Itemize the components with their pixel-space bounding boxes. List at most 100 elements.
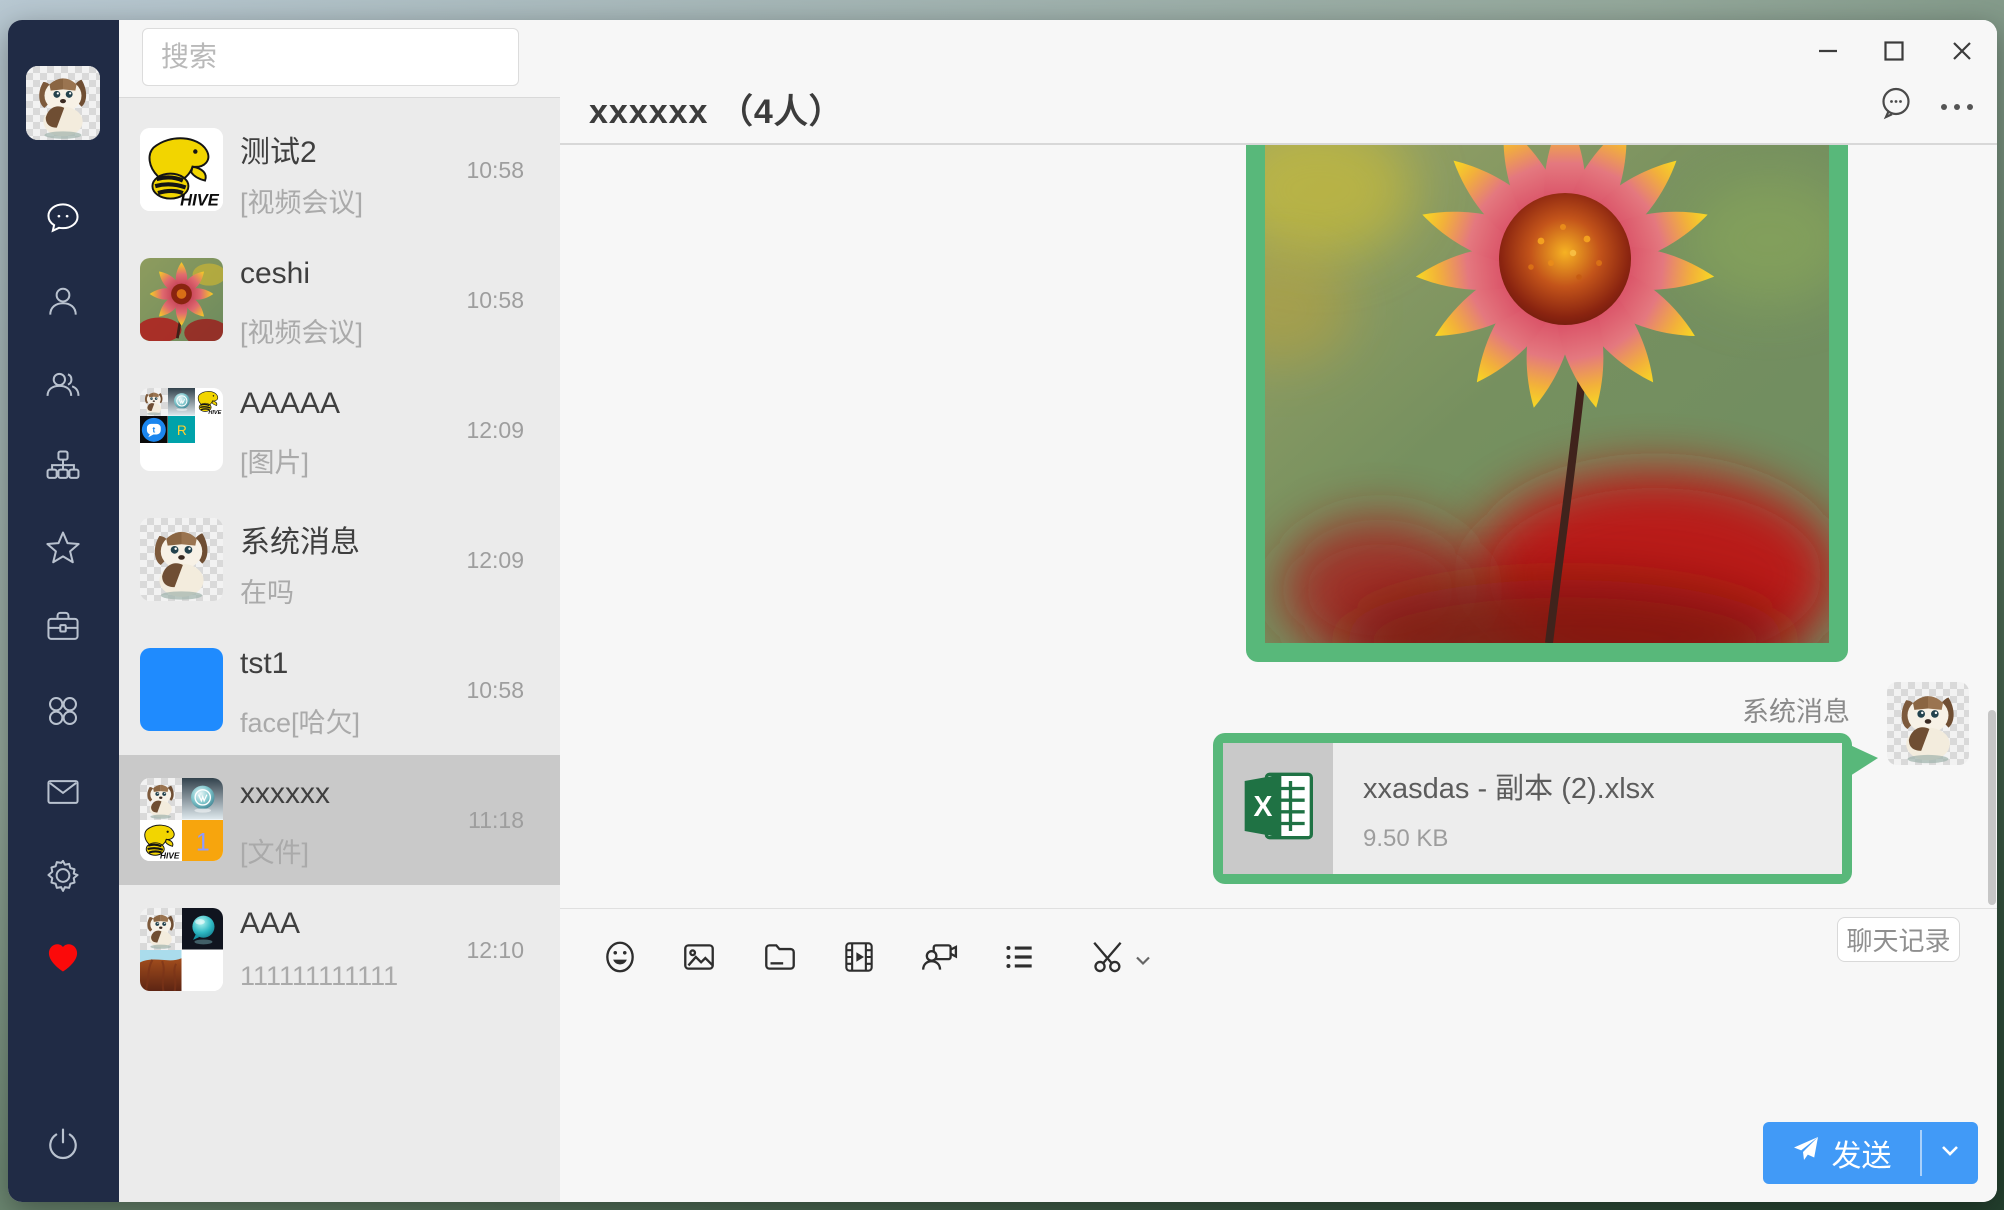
sidebar-item-mail[interactable] (41, 772, 85, 816)
image-icon (680, 938, 718, 981)
screenshot-dropdown[interactable] (1135, 954, 1151, 966)
svg-text:HIVE: HIVE (160, 850, 180, 860)
chat-name: tst1 (240, 647, 288, 681)
emoji-button[interactable] (600, 939, 640, 979)
power-icon (43, 1125, 83, 1170)
sidebar-item-heart[interactable] (41, 937, 85, 981)
chat-time: 11:18 (468, 807, 524, 834)
flower-photo (1265, 145, 1829, 643)
org-tree-icon (43, 446, 83, 491)
chat-name: AAAAA (240, 387, 340, 421)
sidebar-item-power[interactable] (41, 1125, 85, 1169)
chat-name: ceshi (240, 257, 310, 291)
video-button[interactable] (839, 939, 879, 979)
chat-time: 10:58 (466, 677, 524, 704)
message-sender-avatar[interactable] (1887, 682, 1969, 765)
sidebar-item-workbench[interactable] (41, 607, 85, 651)
image-button[interactable] (679, 939, 719, 979)
file-message[interactable]: X xxasdas - 副本 (2).xlsx 9.50 KB (1213, 733, 1852, 884)
sidebar-item-apps[interactable] (41, 691, 85, 735)
chat-preview: 在吗 (240, 571, 294, 610)
avatar (140, 648, 223, 731)
chat-name: 测试2 (240, 127, 317, 171)
divider (119, 97, 560, 98)
bee-hive-tile: HIVE (195, 388, 223, 416)
search-input[interactable] (142, 28, 519, 86)
chat-preview: [图片] (240, 441, 309, 480)
send-main[interactable]: 发送 (1763, 1131, 1920, 1175)
svg-text:1: 1 (195, 828, 209, 856)
chat-name: AAA (240, 907, 300, 941)
divider (560, 908, 1997, 909)
conversation-title: xxxxxx （4人） (589, 84, 844, 133)
screenshot-button[interactable] (1089, 939, 1129, 979)
more-dots-icon (1939, 99, 1975, 117)
video-call-button[interactable] (919, 939, 959, 979)
folder-button[interactable] (760, 939, 800, 979)
gear-icon (43, 855, 83, 900)
chat-gem-tile (182, 908, 224, 950)
user-avatar[interactable] (26, 66, 100, 140)
chat-name: xxxxxx (240, 777, 330, 811)
chat-silver-tile (168, 388, 196, 416)
maximize-icon (1881, 38, 1907, 69)
list-item[interactable]: AAA 111111111111 12:10 (119, 885, 560, 1015)
send-label: 发送 (1832, 1131, 1892, 1175)
file-card: X xxasdas - 副本 (2).xlsx 9.50 KB (1223, 743, 1842, 874)
chat-time: 12:10 (466, 937, 524, 964)
image-message[interactable] (1246, 145, 1848, 662)
send-options-button[interactable] (1922, 1122, 1978, 1184)
briefcase-icon (43, 607, 83, 652)
puppy-tile (140, 518, 223, 601)
chat-preview: face[哈欠] (240, 701, 360, 740)
message-sender-label: 系统消息 (1742, 690, 1850, 729)
close-button[interactable] (1945, 36, 1979, 70)
moments-button[interactable] (1877, 86, 1915, 124)
more-button[interactable] (1937, 102, 1977, 114)
list-item[interactable]: HIVE t R AAAAA [图片] 12:09 (119, 365, 560, 495)
list-item[interactable]: ceshi [视频会议] 10:58 (119, 235, 560, 365)
list-item[interactable]: tst1 face[哈欠] 10:58 (119, 625, 560, 755)
puppy-tile (140, 778, 182, 820)
video-call-icon (920, 938, 958, 981)
solid-blue-tile (140, 648, 223, 731)
svg-text:X: X (1254, 791, 1273, 823)
scissors-icon (1090, 938, 1128, 981)
chat-preview: 111111111111 (240, 961, 398, 992)
svg-text:HIVE: HIVE (209, 410, 222, 416)
chat-history-label: 聊天记录 (1846, 921, 1950, 958)
emoji-icon (601, 938, 639, 981)
puppy-avatar-image (26, 66, 100, 140)
star-icon (43, 528, 83, 573)
minimize-button[interactable] (1811, 36, 1845, 70)
heart-icon (43, 937, 83, 982)
sidebar-item-chat[interactable] (41, 198, 85, 242)
film-icon (840, 938, 878, 981)
maximize-button[interactable] (1877, 36, 1911, 70)
scrollbar-thumb[interactable] (1988, 710, 1996, 905)
list-item[interactable]: HIVE 1 xxxxxx [文件] 11:18 (119, 755, 560, 885)
svg-text:t: t (152, 424, 155, 434)
chat-time: 12:09 (466, 417, 524, 444)
white-tile (182, 950, 224, 992)
sidebar-item-settings[interactable] (41, 855, 85, 899)
t-logo-tile: t (140, 416, 168, 444)
badge-tile: 1 (182, 820, 224, 862)
mail-icon (43, 772, 83, 817)
list-item[interactable]: HIVE 测试2 [视频会议] 10:58 (119, 105, 560, 235)
minimize-icon (1815, 38, 1841, 69)
sidebar-item-organization[interactable] (41, 446, 85, 490)
chat-history-button[interactable]: 聊天记录 (1837, 917, 1960, 962)
sidebar-item-favorites[interactable] (41, 528, 85, 572)
chevron-down-icon (1135, 954, 1151, 971)
avatar (140, 908, 223, 991)
bee-hive-tile: HIVE (140, 128, 223, 211)
list-item[interactable]: 系统消息 在吗 12:09 (119, 495, 560, 625)
avatar: HIVE 1 (140, 778, 223, 861)
person-icon (43, 281, 83, 326)
sidebar-item-contacts[interactable] (41, 281, 85, 325)
send-button[interactable]: 发送 (1763, 1122, 1978, 1184)
sidebar-item-groups[interactable] (41, 364, 85, 408)
sidebar (8, 20, 119, 1202)
list-button[interactable] (999, 939, 1039, 979)
